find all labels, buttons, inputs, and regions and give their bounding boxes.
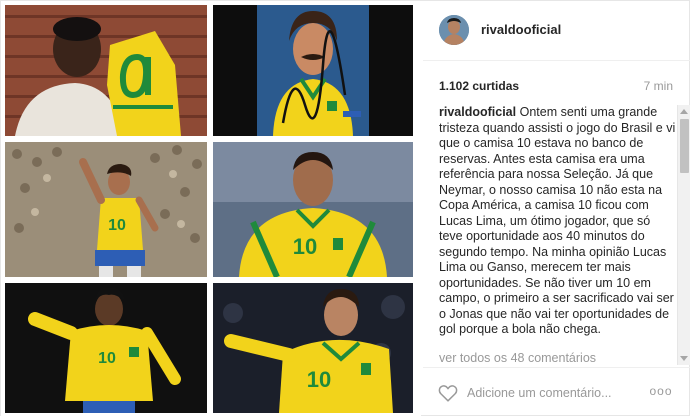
photo-pele-kissing-shirt bbox=[5, 5, 207, 136]
caption-username[interactable]: rivaldooficial bbox=[439, 105, 516, 119]
caption: rivaldooficial Ontem senti uma grande tr… bbox=[439, 105, 677, 338]
jersey-number: 10 bbox=[293, 234, 317, 259]
post-header: rivaldooficial bbox=[423, 1, 690, 61]
photo-rivelino-autograph bbox=[213, 5, 413, 136]
scroll-down-arrow-icon[interactable] bbox=[680, 356, 688, 361]
jersey-number: 10 bbox=[98, 350, 116, 367]
view-all-comments-link[interactable]: ver todos os 48 comentários bbox=[439, 351, 596, 365]
scroll-up-arrow-icon[interactable] bbox=[680, 109, 688, 114]
likes-count[interactable]: 1.102 curtidas bbox=[439, 79, 519, 93]
post-side-panel: rivaldooficial 1.102 curtidas 7 min riva… bbox=[423, 1, 690, 416]
comment-bar: ooo bbox=[423, 367, 690, 416]
author-username-link[interactable]: rivaldooficial bbox=[481, 22, 561, 37]
comment-input[interactable] bbox=[467, 384, 637, 402]
caption-text: Ontem senti uma grande tristeza quando a… bbox=[439, 105, 676, 336]
caption-scrollbar[interactable] bbox=[677, 105, 690, 365]
instagram-post: 10 10 10 10 rivaldooficial 1.102 curtida… bbox=[0, 0, 690, 416]
photo-zico-running: 10 bbox=[5, 142, 207, 277]
post-meta: 1.102 curtidas 7 min bbox=[423, 61, 690, 105]
avatar[interactable] bbox=[439, 15, 469, 45]
jersey-number: 10 bbox=[307, 367, 331, 392]
more-options-icon[interactable]: ooo bbox=[649, 384, 673, 400]
heart-icon[interactable] bbox=[437, 382, 459, 404]
scrollbar-thumb[interactable] bbox=[680, 119, 689, 173]
post-timestamp[interactable]: 7 min bbox=[644, 79, 673, 93]
photo-kaka-playing: 10 bbox=[213, 283, 413, 413]
photo-ronaldinho-playing: 10 bbox=[5, 283, 207, 413]
caption-scroll-area[interactable]: rivaldooficial Ontem senti uma grande tr… bbox=[423, 105, 690, 367]
photo-collage[interactable]: 10 10 10 10 bbox=[1, 1, 421, 416]
photo-rivaldo-portrait: 10 bbox=[213, 142, 413, 277]
jersey-number: 10 bbox=[108, 217, 126, 234]
